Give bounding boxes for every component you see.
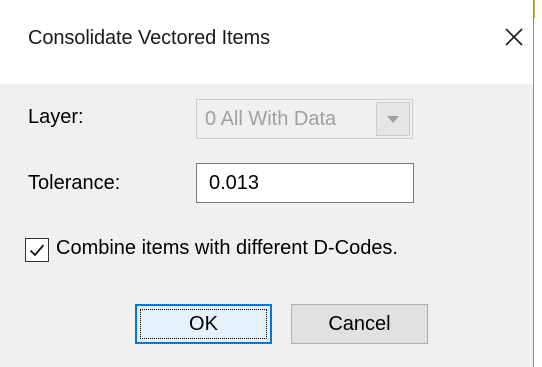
layer-label: Layer:	[28, 106, 84, 128]
title-bar: Consolidate Vectored Items	[0, 0, 533, 84]
layer-dropdown-button[interactable]	[376, 102, 410, 136]
close-icon	[505, 28, 523, 46]
ok-button-label: OK	[189, 312, 218, 335]
tolerance-label: Tolerance:	[28, 172, 121, 194]
cancel-button[interactable]: Cancel	[291, 304, 428, 344]
layer-selected-value: 0 All With Data	[205, 108, 337, 130]
background-window-edge	[534, 0, 542, 367]
ok-button[interactable]: OK	[135, 304, 272, 344]
combine-checkbox[interactable]	[25, 238, 49, 262]
cancel-button-label: Cancel	[328, 312, 391, 335]
chevron-down-icon	[387, 115, 399, 123]
screen: Consolidate Vectored Items Layer: 0 All …	[0, 0, 542, 367]
dialog-title: Consolidate Vectored Items	[28, 27, 270, 49]
consolidate-dialog: Consolidate Vectored Items Layer: 0 All …	[0, 0, 534, 367]
close-button[interactable]	[500, 22, 528, 52]
tolerance-input[interactable]	[196, 163, 414, 203]
background-accent-line	[534, 0, 535, 18]
checkmark-icon	[29, 244, 45, 257]
layer-combobox[interactable]: 0 All With Data	[196, 99, 413, 139]
combine-checkbox-label[interactable]: Combine items with different D-Codes.	[56, 237, 398, 260]
